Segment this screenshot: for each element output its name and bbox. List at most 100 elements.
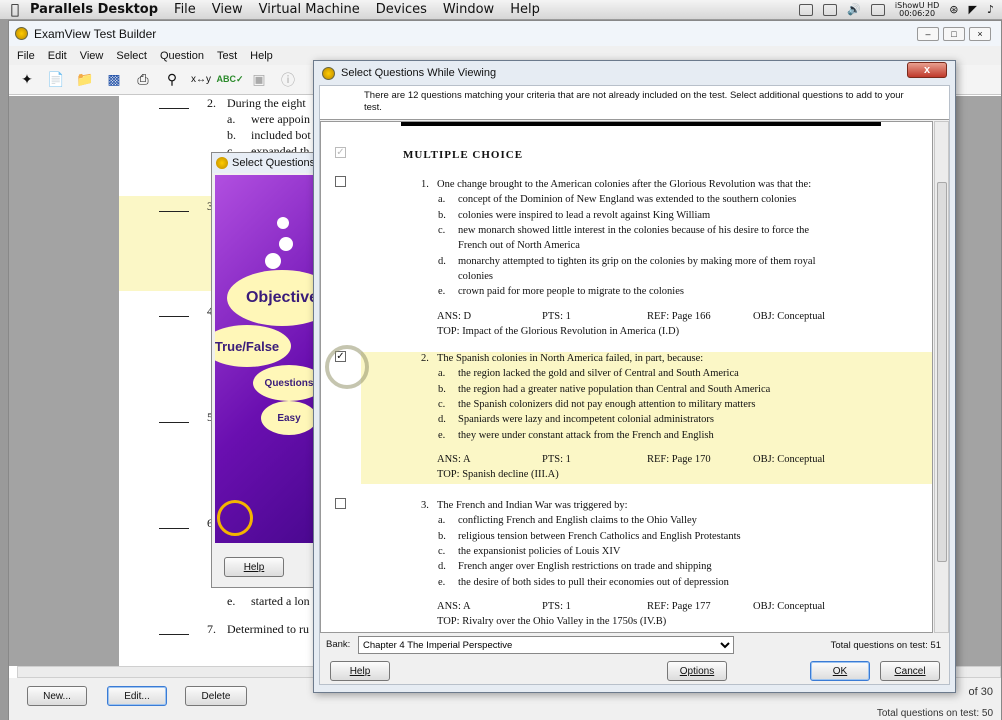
q2-b-text: included bot — [251, 128, 311, 142]
app-menu[interactable]: Parallels Desktop — [30, 2, 158, 17]
new-question-button[interactable]: New... — [27, 686, 87, 706]
question-number: 1. — [421, 179, 429, 190]
main-menu-file[interactable]: File — [17, 50, 35, 62]
save-disk-icon[interactable]: ▩ — [102, 69, 126, 91]
question-1-checkbox[interactable] — [335, 176, 346, 187]
maximize-button[interactable]: □ — [943, 26, 965, 41]
bank-row: Bank: Chapter 4 The Imperial Perspective… — [320, 634, 949, 656]
info-icon[interactable]: ⓘ — [276, 69, 300, 91]
status-area: 🔊 iShowU HD 00:06:20 ⊛ ◤ ♪ — [799, 0, 1002, 18]
points: PTS: 1 — [542, 600, 571, 612]
magic-wand-icon[interactable]: ✦ — [15, 69, 39, 91]
bank-select[interactable]: Chapter 4 The Imperial Perspective — [358, 636, 734, 654]
main-menu-edit[interactable]: Edit — [48, 50, 67, 62]
objective: OBJ: Conceptual — [753, 310, 826, 322]
dialog-help-button[interactable]: Help — [330, 661, 390, 681]
question-stem: One change brought to the American colon… — [437, 179, 812, 190]
answer-letter: d. — [438, 255, 446, 267]
wizard-titlebar: Select Questions — [212, 153, 315, 173]
main-menu-select[interactable]: Select — [116, 50, 147, 62]
window-close-button[interactable]: × — [969, 26, 991, 41]
bank-label: Bank: — [326, 639, 351, 650]
click-highlight-ring — [325, 345, 369, 389]
menu-window[interactable]: Window — [443, 2, 494, 17]
wizard-app-icon — [216, 157, 228, 169]
find-icon[interactable]: ⚲ — [160, 69, 184, 91]
answer-letter: c. — [438, 224, 446, 236]
section-checkbox[interactable]: ✓ — [335, 147, 346, 158]
dialog-ok-button[interactable]: OK — [810, 661, 870, 681]
menu-help[interactable]: Help — [510, 2, 540, 17]
parallels-status-icon[interactable] — [799, 3, 814, 16]
preview-icon[interactable]: ▣ — [247, 69, 271, 91]
answer-key: ANS: A — [437, 453, 471, 465]
open-folder-icon[interactable]: 📁 — [73, 69, 97, 91]
menu-virtual-machine[interactable]: Virtual Machine — [259, 2, 360, 17]
bubble-objective: Objective — [227, 270, 317, 326]
answer-text: the region lacked the gold and silver of… — [458, 368, 739, 380]
answer-text: they were under constant attack from the… — [458, 429, 714, 441]
menu-view[interactable]: View — [212, 2, 243, 17]
minimize-button[interactable]: – — [917, 26, 939, 41]
q2-b-letter: b. — [227, 128, 236, 142]
answer-letter: c. — [438, 545, 446, 557]
new-document-icon[interactable]: 📄 — [44, 69, 68, 91]
answer-text: French out of North America — [458, 240, 580, 252]
q6-e-text: started a lon — [251, 594, 310, 608]
menu-file[interactable]: File — [174, 2, 196, 17]
q6-e-letter: e. — [227, 594, 236, 608]
answer-text: the expansionist policies of Louis XIV — [458, 545, 621, 557]
dialog-body: There are 12 questions matching your cri… — [319, 85, 950, 685]
topic: TOP: Rivalry over the Ohio Valley in the… — [437, 616, 667, 628]
recording-timer: iShowU HD 00:06:20 — [894, 0, 940, 18]
print-icon[interactable]: ⎙ — [131, 69, 155, 91]
bluetooth-icon[interactable]: ⊛ — [949, 3, 958, 16]
answer-text: concept of the Dominion of New England w… — [458, 194, 797, 206]
q2-stem: During the eight — [227, 96, 306, 110]
dialog-close-button[interactable]: x — [907, 62, 947, 78]
replace-icon[interactable]: x↔y — [189, 69, 213, 91]
volume-icon[interactable]: 🔊 — [847, 3, 861, 16]
spell-check-icon[interactable]: ABC✓ — [216, 69, 243, 91]
answer-text: the desire of both sides to pull their e… — [458, 576, 729, 588]
answer-letter: b. — [438, 530, 446, 542]
select-questions-wizard: Select Questions Objective True/False Qu… — [211, 152, 317, 588]
dialog-info-text: There are 12 questions matching your cri… — [320, 86, 949, 120]
answer-text: conflicting French and English claims to… — [458, 515, 697, 527]
main-menu-question[interactable]: Question — [160, 50, 204, 62]
notes-status-icon[interactable] — [823, 3, 838, 16]
main-menu-help[interactable]: Help — [250, 50, 273, 62]
answer-text: the Spanish colonizers did not pay enoug… — [458, 398, 756, 410]
q2-a-text: were appoin — [251, 112, 310, 126]
section-heading: MULTIPLE CHOICE — [403, 149, 524, 161]
menu-devices[interactable]: Devices — [376, 2, 427, 17]
answer-text: monarchy attempted to tighten its grip o… — [458, 255, 816, 267]
lightbulb-icon — [217, 500, 253, 536]
answer-text: colonies — [458, 270, 493, 282]
dialog-app-icon — [322, 66, 335, 80]
question-pane-scrollbar[interactable] — [934, 121, 949, 633]
wifi-icon[interactable]: ◤ — [969, 3, 977, 16]
edit-question-button[interactable]: Edit... — [107, 686, 167, 706]
main-menu-view[interactable]: View — [80, 50, 104, 62]
question-number: 3. — [421, 500, 429, 511]
answer-letter: a. — [438, 194, 446, 206]
dialog-titlebar: Select Questions While Viewing — [314, 61, 955, 85]
question-3-checkbox[interactable] — [335, 498, 346, 509]
answer-text: colonies were inspired to lead a revolt … — [458, 209, 711, 221]
question-stem: The Spanish colonies in North America fa… — [437, 353, 704, 364]
wizard-help-button[interactable]: Help — [224, 557, 284, 577]
bubble-easy: Easy — [261, 401, 317, 435]
delete-question-button[interactable]: Delete — [185, 686, 247, 706]
points: PTS: 1 — [542, 453, 571, 465]
bubble-truefalse: True/False — [215, 325, 291, 367]
display-status-icon[interactable] — [870, 3, 885, 16]
answer-letter: d. — [438, 561, 446, 573]
dialog-options-button[interactable]: Options — [667, 661, 727, 681]
scrollbar-thumb[interactable] — [937, 182, 947, 562]
speaker-icon[interactable]: ♪ — [987, 3, 994, 16]
answer-letter: e. — [438, 429, 446, 441]
main-menu-test[interactable]: Test — [217, 50, 237, 62]
apple-icon[interactable]:  — [0, 2, 30, 18]
dialog-cancel-button[interactable]: Cancel — [880, 661, 940, 681]
